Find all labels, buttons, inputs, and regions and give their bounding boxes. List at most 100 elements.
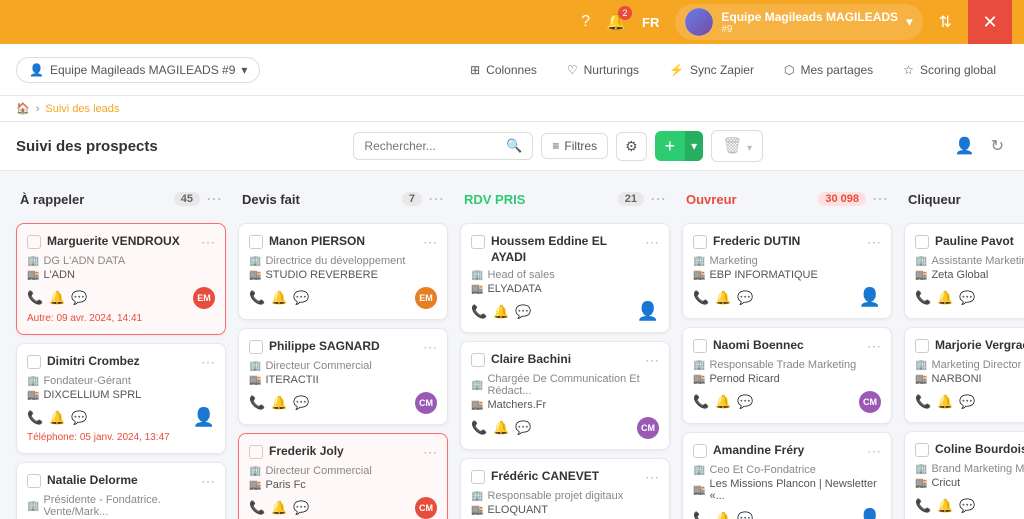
card-checkbox[interactable] [693, 339, 707, 353]
bell-icon[interactable]: 🔔 [715, 511, 731, 519]
kanban-card[interactable]: Manon PIERSON ⋯ 🏢Directrice du développe… [238, 223, 448, 320]
chat-icon[interactable]: 💬 [293, 290, 309, 306]
card-checkbox[interactable] [915, 443, 929, 457]
phone-icon[interactable]: 📞 [27, 290, 43, 306]
chat-icon[interactable]: 💬 [959, 394, 975, 410]
settings-button[interactable]: ⚙ [616, 132, 647, 161]
search-input[interactable] [364, 139, 500, 153]
bell-icon[interactable]: 🔔 [271, 395, 287, 411]
card-checkbox[interactable] [27, 474, 41, 488]
chat-icon[interactable]: 💬 [293, 395, 309, 411]
chat-icon[interactable]: 💬 [515, 304, 531, 320]
team-select-dropdown[interactable]: 👤 Equipe Magileads MAGILEADS #9 ▾ [16, 57, 260, 83]
kanban-card[interactable]: Natalie Delorme ⋯ 🏢Présidente - Fondatri… [16, 462, 226, 519]
card-more-icon[interactable]: ⋯ [423, 339, 437, 356]
card-checkbox[interactable] [249, 235, 263, 249]
bell-icon[interactable]: 🔔 [493, 304, 509, 320]
kanban-card[interactable]: Frederic DUTIN ⋯ 🏢Marketing 🏬EBP INFORMA… [682, 223, 892, 319]
kanban-card[interactable]: Naomi Boennec ⋯ 🏢Responsable Trade Marke… [682, 327, 892, 424]
sort-icon[interactable]: ⇅ [939, 12, 952, 32]
phone-icon[interactable]: 📞 [915, 394, 931, 410]
kanban-card[interactable]: Marjorie Vergracht ⋯ 🏢Marketing Director… [904, 327, 1024, 423]
home-icon[interactable]: 🏠 [16, 102, 30, 115]
card-checkbox[interactable] [915, 235, 929, 249]
phone-icon[interactable]: 📞 [693, 394, 709, 410]
team-selector[interactable]: Equipe Magileads MAGILEADS #9 ▾ [675, 4, 922, 40]
card-more-icon[interactable]: ⋯ [645, 469, 659, 486]
card-more-icon[interactable]: ⋯ [423, 234, 437, 251]
notification-icon[interactable]: 🔔 2 [606, 12, 626, 32]
delete-button[interactable]: 🗑 ▾ [711, 130, 763, 162]
phone-icon[interactable]: 📞 [915, 498, 931, 514]
bell-icon[interactable]: 🔔 [271, 290, 287, 306]
help-icon[interactable]: ? [581, 13, 590, 31]
kanban-card[interactable]: Philippe SAGNARD ⋯ 🏢Directeur Commercial… [238, 328, 448, 425]
refresh-button[interactable]: ↻ [987, 132, 1008, 160]
card-checkbox[interactable] [27, 355, 41, 369]
bell-icon[interactable]: 🔔 [49, 290, 65, 306]
chat-icon[interactable]: 💬 [737, 394, 753, 410]
kanban-card[interactable]: Pauline Pavot ⋯ 🏢Assistante Marketing 🏬Z… [904, 223, 1024, 319]
bell-icon[interactable]: 🔔 [937, 290, 953, 306]
card-more-icon[interactable]: ⋯ [423, 444, 437, 461]
chat-icon[interactable]: 💬 [959, 290, 975, 306]
chat-icon[interactable]: 💬 [737, 290, 753, 306]
card-more-icon[interactable]: ⋯ [201, 354, 215, 371]
kanban-card[interactable]: Houssem Eddine EL AYADI ⋯ 🏢Head of sales… [460, 223, 670, 333]
bell-icon[interactable]: 🔔 [715, 394, 731, 410]
tab-nurturings[interactable]: ♡ Nurturings [555, 57, 651, 83]
chat-icon[interactable]: 💬 [71, 290, 87, 306]
kanban-card[interactable]: Claire Bachini ⋯ 🏢Chargée De Communicati… [460, 341, 670, 450]
close-button[interactable]: ✕ [968, 0, 1012, 44]
filter-button[interactable]: ≡ Filtres [541, 133, 608, 159]
card-more-icon[interactable]: ⋯ [867, 443, 881, 460]
search-box[interactable]: 🔍 [353, 132, 533, 160]
card-more-icon[interactable]: ⋯ [201, 473, 215, 490]
card-checkbox[interactable] [249, 340, 263, 354]
column-menu-devis_fait[interactable]: ⋯ [428, 189, 444, 209]
card-checkbox[interactable] [471, 235, 485, 249]
kanban-card[interactable]: Coline Bourdois ⋯ 🏢Brand Marketing Manag… [904, 431, 1024, 519]
lang-button[interactable]: FR [642, 15, 659, 30]
phone-icon[interactable]: 📞 [249, 395, 265, 411]
kanban-card[interactable]: Marguerite VENDROUX ⋯ 🏢DG L'ADN DATA 🏬L'… [16, 223, 226, 335]
column-menu-rdv_pris[interactable]: ⋯ [650, 189, 666, 209]
chat-icon[interactable]: 💬 [515, 420, 531, 436]
chat-icon[interactable]: 💬 [959, 498, 975, 514]
column-menu-a_rappeler[interactable]: ⋯ [206, 189, 222, 209]
tab-scoring-global[interactable]: ☆ Scoring global [891, 57, 1008, 83]
card-more-icon[interactable]: ⋯ [645, 234, 659, 251]
phone-icon[interactable]: 📞 [27, 410, 43, 426]
kanban-card[interactable]: Frederik Joly ⋯ 🏢Directeur Commercial 🏬P… [238, 433, 448, 519]
tab-sync-zapier[interactable]: ⚡ Sync Zapier [657, 57, 766, 83]
add-dropdown-trigger[interactable]: ▾ [685, 131, 703, 161]
tab-colonnes[interactable]: ⊞ Colonnes [458, 57, 549, 83]
bell-icon[interactable]: 🔔 [715, 290, 731, 306]
column-menu-ouvreur[interactable]: ⋯ [872, 189, 888, 209]
phone-icon[interactable]: 📞 [249, 290, 265, 306]
phone-icon[interactable]: 📞 [471, 420, 487, 436]
bell-icon[interactable]: 🔔 [937, 498, 953, 514]
phone-icon[interactable]: 📞 [693, 511, 709, 519]
kanban-card[interactable]: Frédéric CANEVET ⋯ 🏢Responsable projet d… [460, 458, 670, 519]
kanban-card[interactable]: Amandine Fréry ⋯ 🏢Ceo Et Co-Fondatrice 🏬… [682, 432, 892, 519]
card-checkbox[interactable] [27, 235, 41, 249]
bell-icon[interactable]: 🔔 [49, 410, 65, 426]
card-checkbox[interactable] [471, 470, 485, 484]
tab-mes-partages[interactable]: ⬡ Mes partages [772, 57, 885, 83]
card-checkbox[interactable] [693, 235, 707, 249]
card-more-icon[interactable]: ⋯ [867, 338, 881, 355]
card-more-icon[interactable]: ⋯ [201, 234, 215, 251]
card-more-icon[interactable]: ⋯ [867, 234, 881, 251]
phone-icon[interactable]: 📞 [471, 304, 487, 320]
card-checkbox[interactable] [249, 445, 263, 459]
kanban-card[interactable]: Dimitri Crombez ⋯ 🏢Fondateur-Gérant 🏬DIX… [16, 343, 226, 454]
breadcrumb-current[interactable]: Suivi des leads [45, 103, 119, 115]
chat-icon[interactable]: 💬 [737, 511, 753, 519]
card-checkbox[interactable] [915, 339, 929, 353]
phone-icon[interactable]: 📞 [915, 290, 931, 306]
user-add-button[interactable]: 👤 [951, 132, 979, 160]
card-checkbox[interactable] [471, 353, 485, 367]
chat-icon[interactable]: 💬 [71, 410, 87, 426]
phone-icon[interactable]: 📞 [693, 290, 709, 306]
